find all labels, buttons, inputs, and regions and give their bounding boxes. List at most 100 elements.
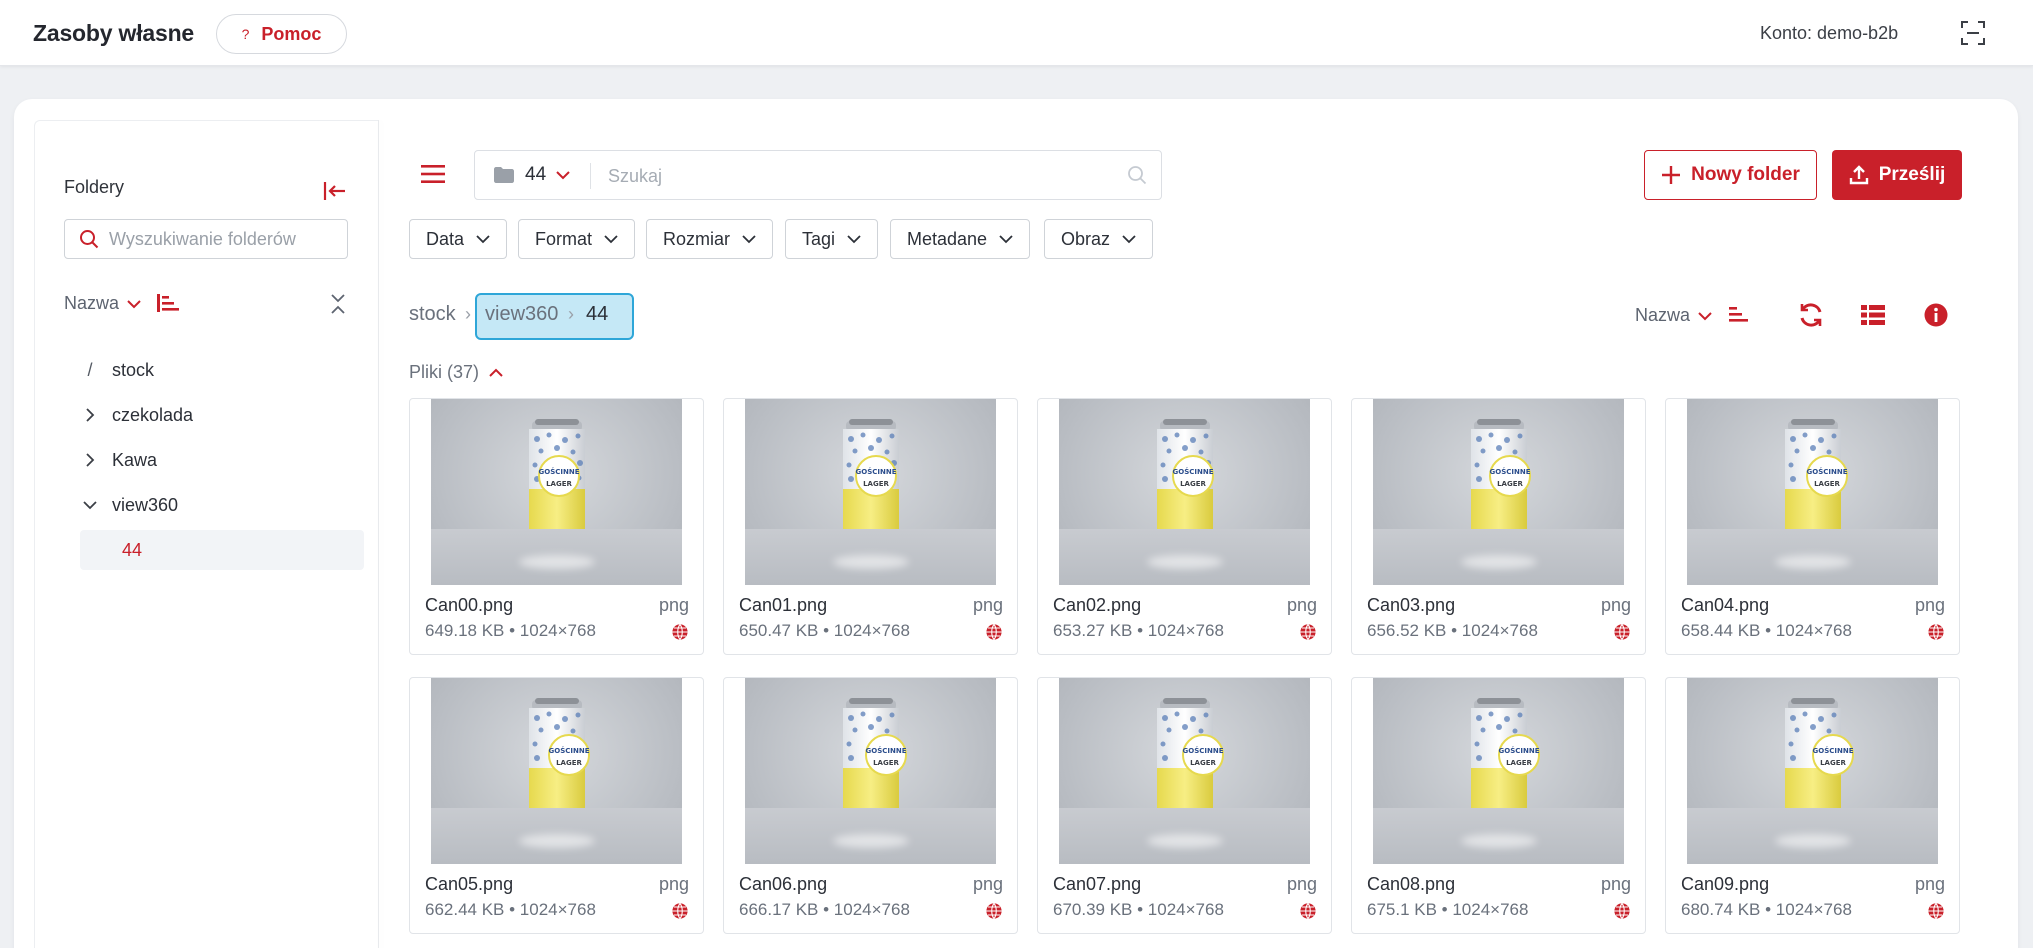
chevron-down-icon xyxy=(1122,235,1136,244)
can-brand-text: GOŚCINNE xyxy=(1807,467,1848,476)
sidebar-item-stock[interactable]: / stock xyxy=(80,350,154,390)
filter-metadane[interactable]: Metadane xyxy=(890,219,1031,259)
new-folder-label: Nowy folder xyxy=(1691,164,1800,185)
can-top xyxy=(1477,698,1521,704)
help-button[interactable]: ? Pomoc xyxy=(216,14,347,54)
breadcrumb-44[interactable]: 44 xyxy=(586,303,608,326)
sidebar-item-44[interactable]: 44 xyxy=(80,530,364,570)
chevron-down-icon xyxy=(847,235,861,244)
file-card[interactable]: GOŚCINNE LAGER Can05.png png 662.44 KB •… xyxy=(409,677,704,934)
can-brand-text: GOŚCINNE xyxy=(1813,746,1854,755)
folder-search-input[interactable] xyxy=(109,228,329,250)
sort-order-icon[interactable] xyxy=(156,293,180,313)
search-icon[interactable] xyxy=(1127,165,1147,185)
file-meta: 650.47 KB • 1024×768 xyxy=(739,621,910,640)
file-thumbnail: GOŚCINNE LAGER xyxy=(745,399,996,585)
folder-search-field[interactable] xyxy=(64,219,348,259)
file-sort-dropdown[interactable]: Nazwa xyxy=(1635,305,1712,326)
can-label-badge xyxy=(1172,455,1214,497)
file-extension: png xyxy=(1600,874,1631,894)
file-meta: 658.44 KB • 1024×768 xyxy=(1681,621,1852,640)
plus-icon xyxy=(1662,166,1681,184)
info-icon[interactable] xyxy=(1922,301,1950,329)
folder-icon xyxy=(494,167,514,183)
filter-label: Format xyxy=(535,228,593,249)
globe-icon xyxy=(1614,903,1630,919)
question-icon: ? xyxy=(241,26,250,42)
tree-item-label: stock xyxy=(112,359,155,380)
file-name: Can06.png xyxy=(739,874,828,894)
collapse-all-icon[interactable] xyxy=(328,292,348,316)
file-card[interactable]: GOŚCINNE LAGER Can08.png png 675.1 KB • … xyxy=(1351,677,1646,934)
filter-data[interactable]: Data xyxy=(409,219,508,259)
file-thumbnail: GOŚCINNE LAGER xyxy=(1373,399,1624,585)
fullscreen-icon[interactable] xyxy=(1960,20,1986,46)
sidebar-title: Foldery xyxy=(64,177,125,197)
file-thumbnail: GOŚCINNE LAGER xyxy=(431,399,682,585)
sidebar-item-kawa[interactable]: Kawa xyxy=(80,440,157,480)
file-card[interactable]: GOŚCINNE LAGER Can02.png png 653.27 KB •… xyxy=(1037,398,1332,655)
file-name: Can02.png xyxy=(1053,595,1142,615)
can-top xyxy=(535,419,579,425)
file-extension: png xyxy=(1600,595,1631,615)
breadcrumb-stock[interactable]: stock xyxy=(409,303,456,326)
sidebar-sort-dropdown[interactable]: Nazwa xyxy=(64,293,141,314)
file-card[interactable]: GOŚCINNE LAGER Can07.png png 670.39 KB •… xyxy=(1037,677,1332,934)
upload-button[interactable]: Prześlij xyxy=(1832,150,1962,200)
file-thumbnail: GOŚCINNE LAGER xyxy=(431,678,682,864)
file-thumbnail: GOŚCINNE LAGER xyxy=(1059,399,1310,585)
file-thumbnail: GOŚCINNE LAGER xyxy=(1687,399,1938,585)
can-brand-text: GOŚCINNE xyxy=(549,746,590,755)
file-meta: 670.39 KB • 1024×768 xyxy=(1053,900,1224,919)
can-brand-text: GOŚCINNE xyxy=(1490,467,1531,476)
file-card[interactable]: GOŚCINNE LAGER Can09.png png 680.74 KB •… xyxy=(1665,677,1960,934)
file-extension: png xyxy=(658,874,689,894)
new-folder-button[interactable]: Nowy folder xyxy=(1644,150,1817,200)
file-card[interactable]: GOŚCINNE LAGER Can04.png png 658.44 KB •… xyxy=(1665,398,1960,655)
filter-tagi[interactable]: Tagi xyxy=(785,219,879,259)
chevron-right-icon: › xyxy=(465,304,471,324)
folder-select-value: 44 xyxy=(525,164,547,185)
can-brand-text: GOŚCINNE xyxy=(1173,467,1214,476)
search-icon xyxy=(80,230,99,249)
sidebar-divider xyxy=(378,120,379,948)
chevron-up-icon xyxy=(489,368,503,377)
file-name: Can00.png xyxy=(425,595,514,615)
filter-rozmiar[interactable]: Rozmiar xyxy=(646,219,774,259)
file-name: Can08.png xyxy=(1367,874,1456,894)
file-card[interactable]: GOŚCINNE LAGER Can01.png png 650.47 KB •… xyxy=(723,398,1018,655)
chevron-down-icon xyxy=(127,299,141,308)
search-divider xyxy=(590,163,591,189)
tree-item-label: 44 xyxy=(122,539,143,560)
files-section-toggle[interactable]: Pliki (37) xyxy=(409,362,503,383)
chevron-down-icon xyxy=(999,235,1013,244)
globe-icon xyxy=(986,624,1002,640)
refresh-icon[interactable] xyxy=(1797,301,1825,329)
globe-icon xyxy=(1614,624,1630,640)
list-view-icon[interactable] xyxy=(1859,301,1887,329)
file-meta: 662.44 KB • 1024×768 xyxy=(425,900,596,919)
can-style-text: LAGER xyxy=(863,480,889,488)
tree-item-label: view360 xyxy=(112,494,179,515)
upload-icon xyxy=(1849,165,1868,185)
breadcrumb-view360[interactable]: view360 xyxy=(485,303,558,326)
sort-order-icon[interactable] xyxy=(1728,301,1752,329)
file-card[interactable]: GOŚCINNE LAGER Can00.png png 649.18 KB •… xyxy=(409,398,704,655)
can-label-badge xyxy=(1182,734,1224,776)
can-top xyxy=(849,419,893,425)
file-card[interactable]: GOŚCINNE LAGER Can03.png png 656.52 KB •… xyxy=(1351,398,1646,655)
filter-format[interactable]: Format xyxy=(518,219,636,259)
asset-search-input[interactable] xyxy=(608,163,1108,189)
menu-icon[interactable] xyxy=(420,163,446,185)
sidebar-item-view360[interactable]: view360 xyxy=(80,485,178,525)
file-card[interactable]: GOŚCINNE LAGER Can06.png png 666.17 KB •… xyxy=(723,677,1018,934)
file-extension: png xyxy=(1286,874,1317,894)
can-top xyxy=(1791,419,1835,425)
chevron-right-icon xyxy=(80,453,100,467)
filter-obraz[interactable]: Obraz xyxy=(1044,219,1154,259)
can-label-badge xyxy=(538,455,580,497)
folder-select-dropdown[interactable]: 44 xyxy=(493,151,570,199)
can-label-badge xyxy=(865,734,907,776)
sidebar-item-czekolada[interactable]: czekolada xyxy=(80,395,193,435)
collapse-sidebar-icon[interactable] xyxy=(322,178,348,204)
